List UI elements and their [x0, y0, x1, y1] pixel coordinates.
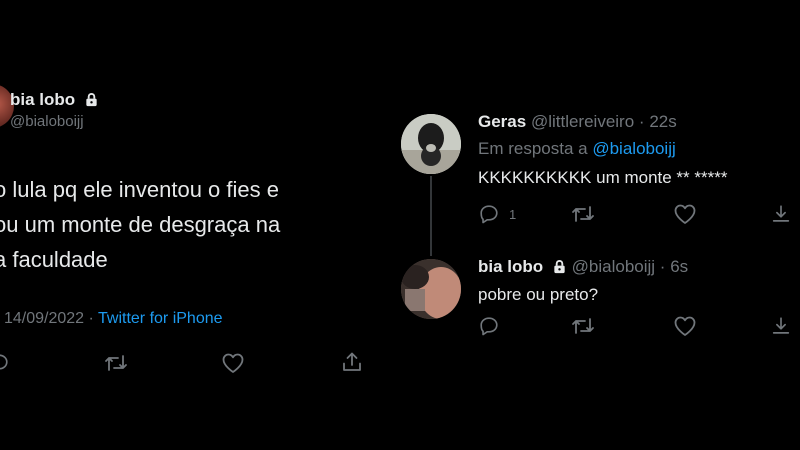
tweet-meta: 14/09/2022 · Twitter for iPhone: [4, 310, 223, 328]
author-handle[interactable]: @bialoboijj: [10, 113, 84, 130]
reply-1-context: Em resposta a @bialoboijj: [478, 139, 676, 159]
reply-1-text: KKKKKKKKKK um monte ** *****: [478, 168, 728, 187]
retweet-icon[interactable]: [103, 352, 129, 374]
reply-icon[interactable]: [478, 203, 500, 225]
author-row: bia lobo: [10, 90, 99, 110]
avatar-bia-lobo-reply[interactable]: [401, 259, 461, 319]
reply-2-author-name[interactable]: bia lobo: [478, 257, 543, 276]
reply-1-header: Geras @littlereiveiro · 22s: [478, 112, 677, 132]
like-icon[interactable]: [673, 315, 697, 337]
tweet-line-3: a faculdade: [0, 247, 108, 272]
share-icon[interactable]: [340, 350, 364, 374]
reply-1-author-handle[interactable]: @littlereiveiro: [531, 112, 634, 131]
tweet-source[interactable]: Twitter for iPhone: [98, 310, 223, 327]
reply-1-author-name[interactable]: Geras: [478, 112, 526, 131]
tweet-date[interactable]: 14/09/2022: [4, 310, 84, 327]
retweet-icon[interactable]: [570, 315, 596, 337]
reply-icon[interactable]: [0, 352, 10, 374]
replying-to-label: Em resposta a: [478, 139, 588, 158]
reply-2-text: pobre ou preto?: [478, 285, 599, 304]
reply-icon[interactable]: [478, 315, 500, 337]
avatar-geras[interactable]: [401, 114, 461, 174]
reply-2-header: bia lobo @bialoboijj · 6s: [478, 257, 688, 277]
replying-to-handle[interactable]: @bialoboijj: [592, 139, 675, 158]
profile-photo: [401, 259, 461, 319]
like-icon[interactable]: [673, 203, 697, 225]
tweet-body: o lula pq ele inventou o fies e ou um mo…: [0, 172, 280, 277]
reply-1-separator: ·: [638, 112, 645, 131]
tweet-line-1: o lula pq ele inventou o fies e: [0, 177, 279, 202]
tweet-line-2: ou um monte de desgraça na: [0, 212, 281, 237]
reply-1-reply-count: 1: [509, 207, 517, 222]
share-icon[interactable]: [770, 315, 792, 337]
like-icon[interactable]: [221, 352, 245, 374]
meta-separator: ·: [88, 310, 94, 327]
share-icon[interactable]: [770, 203, 792, 225]
reply-2-time[interactable]: 6s: [670, 257, 688, 276]
dog-photo: [401, 114, 461, 174]
reply-1-time[interactable]: 22s: [649, 112, 676, 131]
lock-icon: [552, 259, 567, 274]
thread-line: [430, 176, 432, 256]
reply-2-separator: ·: [659, 257, 666, 276]
retweet-icon[interactable]: [570, 203, 596, 225]
reply-2-author-handle[interactable]: @bialoboijj: [572, 257, 655, 276]
author-name[interactable]: bia lobo: [10, 90, 75, 109]
lock-icon: [84, 92, 99, 107]
